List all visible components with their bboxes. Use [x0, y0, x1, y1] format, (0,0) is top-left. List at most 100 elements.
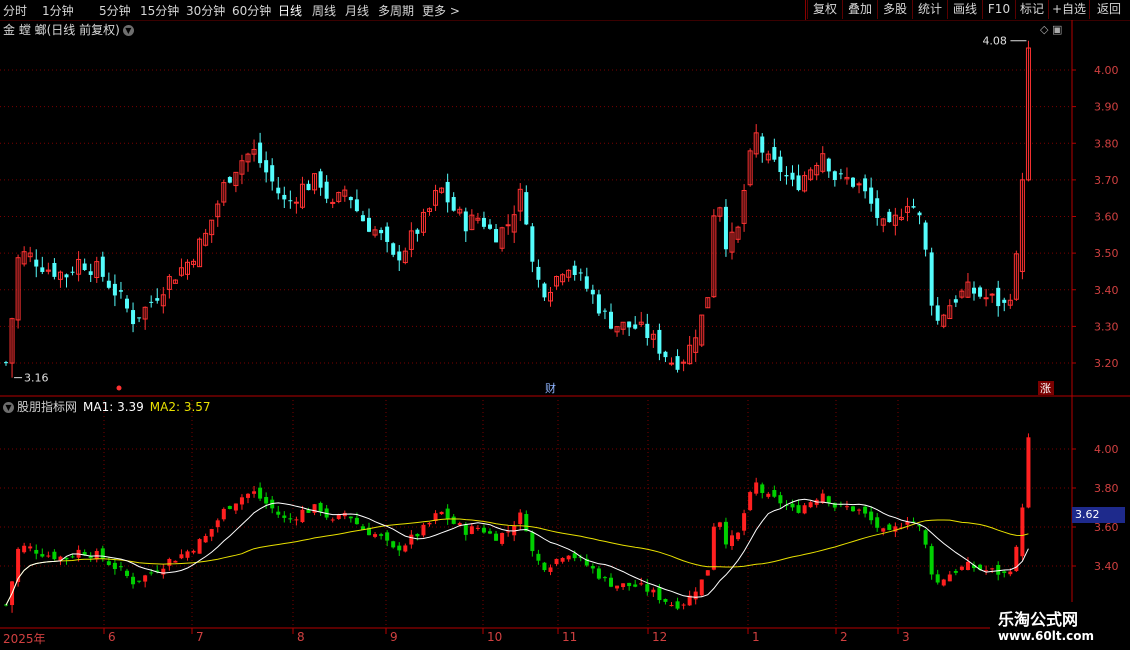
lower-candle-body	[76, 549, 81, 558]
lower-candle-body	[542, 562, 547, 571]
period-monthly[interactable]: 月线	[345, 2, 369, 19]
lower-candle-body	[385, 532, 390, 541]
upper-candle-body	[614, 326, 620, 333]
fuquan-button[interactable]: 复权	[807, 0, 842, 19]
upper-candle-body	[530, 226, 535, 262]
x-tick-label: 12	[652, 630, 668, 644]
upper-candle-body	[112, 283, 117, 296]
period-more[interactable]: 更多 >	[422, 2, 460, 19]
upper-candle-body	[978, 287, 983, 297]
lower-candle-body	[209, 528, 214, 537]
lower-candle-body	[609, 577, 613, 587]
upper-candle-body	[227, 177, 232, 183]
chevron-down-icon[interactable]: ▼	[122, 25, 134, 36]
upper-candle-body	[657, 329, 662, 354]
upper-candle-body	[875, 198, 880, 218]
x-tick-label: 6	[108, 630, 116, 644]
lower-candle-body	[754, 482, 759, 494]
period-multi[interactable]: 多周期	[378, 2, 414, 19]
lower-candle-body	[554, 558, 559, 564]
upper-candle-body	[633, 324, 638, 329]
back-button[interactable]: 返回	[1089, 0, 1128, 19]
upper-candle-body	[560, 274, 566, 283]
upper-candle-body	[820, 153, 826, 172]
upper-candle-body	[1002, 299, 1007, 303]
y-tick-label: 3.20	[1094, 357, 1119, 370]
upper-candle-body	[76, 258, 82, 275]
mark-button[interactable]: 标记	[1015, 0, 1048, 19]
upper-candle-body	[270, 165, 275, 182]
lower-candle-body	[929, 546, 934, 575]
lower-candle-body	[590, 566, 595, 569]
ma1-value: MA1: 3.39	[83, 400, 144, 414]
period-5min[interactable]: 5分钟	[99, 2, 131, 19]
upper-candle-body	[178, 267, 184, 276]
period-15min[interactable]: 15分钟	[140, 2, 179, 19]
upper-candle-body	[929, 252, 934, 306]
lower-candle-body	[838, 504, 843, 506]
lower-candle-body	[723, 521, 728, 545]
upper-candle-body	[972, 287, 976, 294]
lower-candle-body	[730, 535, 734, 546]
upper-candle-body	[548, 291, 553, 302]
period-1min[interactable]: 1分钟	[42, 2, 74, 19]
lower-candle-body	[481, 527, 486, 533]
lower-candle-body	[832, 502, 837, 508]
diamond-icon[interactable]: ◇	[1040, 23, 1048, 36]
upper-candle-body	[354, 199, 359, 212]
lower-candle-body	[282, 515, 287, 518]
chevron-down-icon[interactable]: ▼	[3, 402, 14, 413]
lower-candle-body	[984, 570, 989, 572]
upper-candle-body	[1025, 47, 1031, 181]
lower-candle-body	[990, 568, 995, 570]
upper-candle-body	[814, 165, 820, 176]
period-weekly[interactable]: 周线	[312, 2, 336, 19]
upper-candle-body	[989, 293, 995, 296]
add-favorite-button[interactable]: +自选	[1048, 0, 1089, 19]
lower-candle-body	[530, 532, 535, 552]
upper-candle-body	[760, 136, 765, 153]
lower-candle-body	[1008, 571, 1013, 575]
period-fenshi[interactable]: 分时	[3, 2, 27, 19]
x-tick-label: 8	[297, 630, 305, 644]
lower-candle-body	[233, 503, 238, 511]
multi-stock-button[interactable]: 多股	[877, 0, 912, 19]
upper-candle-body	[863, 178, 868, 192]
candlestick-chart[interactable]: 4.00 3.90 3.80 3.70 3.60 3.50 3.40 3.30 3.20 4.00…	[0, 0, 1130, 650]
period-30min[interactable]: 30分钟	[186, 2, 225, 19]
lower-candle-body	[911, 521, 916, 523]
f10-button[interactable]: F10	[982, 0, 1015, 19]
lower-candle-body	[978, 564, 983, 570]
lower-candle-body	[953, 571, 958, 573]
period-daily[interactable]: 日线	[278, 2, 302, 19]
lower-candle-body	[681, 604, 686, 606]
upper-candle-body	[245, 153, 251, 163]
lower-candle-body	[469, 526, 474, 534]
lower-candle-body	[318, 502, 323, 512]
draw-line-button[interactable]: 画线	[947, 0, 982, 19]
lower-candle-body	[742, 513, 747, 531]
upper-candle-body	[215, 203, 221, 218]
overlay-button[interactable]: 叠加	[842, 0, 877, 19]
upper-candle-body	[312, 173, 318, 191]
upper-candle-body	[9, 318, 15, 364]
upper-candle-body	[609, 311, 613, 329]
upper-candle-body	[239, 160, 245, 175]
x-tick-label: 11	[562, 630, 578, 644]
period-60min[interactable]: 60分钟	[232, 2, 271, 19]
lower-candle-body	[100, 548, 105, 560]
upper-candle-body	[753, 132, 759, 155]
lower-candle-body	[22, 545, 27, 553]
upper-candle-body	[420, 211, 426, 233]
upper-candle-body	[21, 251, 27, 265]
stats-button[interactable]: 统计	[912, 0, 947, 19]
upper-candle-body	[391, 243, 396, 255]
upper-candle-body	[832, 171, 837, 180]
x-tick-label: 1	[752, 630, 760, 644]
top-toolbar: 分时 1分钟 5分钟 15分钟 30分钟 60分钟 日线 周线 月线 多周期 更…	[0, 0, 1130, 21]
upper-candle-body	[566, 269, 572, 278]
corner-icons: ◇ ▣	[1040, 23, 1062, 36]
panel-toggle-icon[interactable]: ▣	[1052, 23, 1062, 36]
lower-candle-body	[965, 561, 970, 571]
upper-candle-body	[100, 256, 105, 277]
